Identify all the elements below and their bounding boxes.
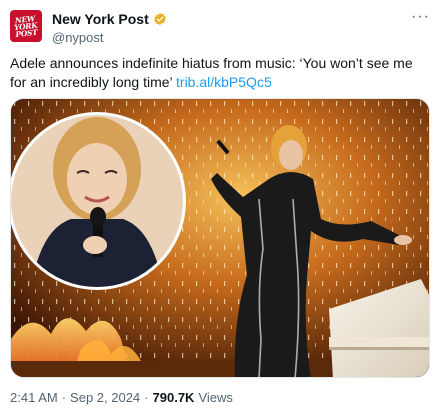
views-count: 790.7K: [152, 390, 195, 405]
tweet-time[interactable]: 2:41 AM: [10, 390, 58, 405]
meta-separator: ·: [61, 390, 67, 405]
name-row: New York Post: [52, 11, 167, 27]
nypost-logo: NEW YORK POST: [13, 14, 39, 39]
display-name[interactable]: New York Post: [52, 11, 149, 27]
logo-line-3: POST: [15, 27, 39, 39]
handle[interactable]: @nypost: [52, 30, 104, 45]
views-label: Views: [198, 390, 233, 405]
tweet-link[interactable]: trib.al/kbP5Qc5: [176, 74, 272, 90]
tweet-media-image[interactable]: [10, 98, 430, 378]
more-options-icon[interactable]: ···: [411, 8, 430, 26]
tweet-card[interactable]: NEW YORK POST New York Post @nypost ··· …: [0, 0, 440, 420]
concert-photo: [11, 99, 429, 377]
meta-separator: ·: [144, 390, 149, 405]
tweet-date[interactable]: Sep 2, 2024: [70, 390, 140, 405]
verified-badge-icon: [153, 12, 167, 26]
avatar[interactable]: NEW YORK POST: [10, 10, 42, 42]
tweet-text: Adele announces indefinite hiatus from m…: [10, 54, 430, 92]
tweet-meta: 2:41 AM · Sep 2, 2024 · 790.7K Views: [10, 390, 233, 405]
